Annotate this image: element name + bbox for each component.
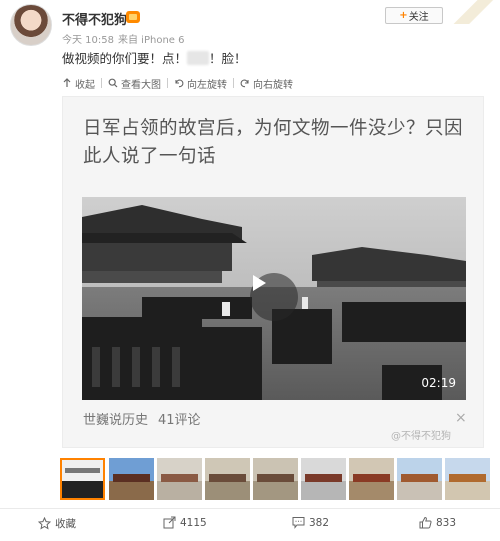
star-icon: [38, 517, 51, 530]
post-meta: 今天 10:58 来自 iPhone 6: [62, 31, 184, 46]
thumbnail-2[interactable]: [109, 458, 154, 500]
rotate-left-icon: [174, 78, 184, 88]
view-large-button[interactable]: 查看大图: [108, 76, 161, 91]
collapse-label: 收起: [75, 79, 95, 91]
blurred-text: [187, 51, 210, 65]
post-time[interactable]: 今天 10:58: [62, 35, 114, 46]
thumbnail-3[interactable]: [157, 458, 202, 500]
weibo-post: 不得不犯狗 今天 10:58 来自 iPhone 6 + 关注 做视频的你们要！点！…: [0, 0, 500, 541]
post-text-part: 做视频的你们要！点！: [62, 51, 188, 66]
thumbnail-8[interactable]: [397, 458, 442, 500]
share-count: 4115: [180, 516, 207, 529]
thumbnail-9[interactable]: [445, 458, 490, 500]
corner-decoration: [446, 0, 500, 24]
divider: [101, 78, 102, 88]
thumbnail-7[interactable]: [349, 458, 394, 500]
video-source[interactable]: 世巍说历史: [83, 409, 148, 428]
favorite-label: 收藏: [55, 518, 76, 530]
rotate-right-icon: [240, 78, 250, 88]
like-count: 833: [436, 516, 457, 529]
divider: [233, 78, 234, 88]
thumbnail-4[interactable]: [205, 458, 250, 500]
comment-count: 382: [309, 516, 330, 529]
image-toolbar: 收起 查看大图 向左旋转 向右旋转: [62, 76, 293, 91]
search-icon: [108, 78, 118, 88]
watermark: @不得不犯狗: [391, 431, 451, 442]
rotate-left-label: 向左旋转: [187, 79, 227, 91]
rotate-right-button[interactable]: 向右旋转: [240, 76, 293, 91]
follow-button[interactable]: + 关注: [385, 7, 443, 24]
avatar[interactable]: [10, 4, 52, 46]
comment-icon: [292, 516, 305, 529]
thumbnail-1[interactable]: [60, 458, 105, 500]
divider: [0, 508, 500, 509]
plus-icon: +: [399, 10, 408, 21]
comment-button[interactable]: 382: [292, 516, 329, 529]
share-button[interactable]: 4115: [163, 516, 207, 529]
post-text: 做视频的你们要！点！ ！脸！: [62, 48, 247, 67]
divider: [167, 78, 168, 88]
vip-badge-icon[interactable]: [126, 11, 140, 23]
post-text-part: ！脸！: [209, 51, 247, 66]
arrow-up-icon: [62, 78, 72, 88]
video-duration: 02:19: [421, 376, 456, 390]
play-icon: [253, 275, 266, 291]
play-button[interactable]: [250, 273, 298, 321]
thumbnail-6[interactable]: [301, 458, 346, 500]
thumbnail-5[interactable]: [253, 458, 298, 500]
like-button[interactable]: 833: [419, 516, 456, 529]
thumbnail-strip: [60, 458, 490, 502]
favorite-button[interactable]: 收藏: [38, 516, 76, 531]
action-bar: 收藏 4115 382 833: [0, 516, 500, 536]
rotate-left-button[interactable]: 向左旋转: [174, 76, 227, 91]
share-icon: [163, 516, 176, 529]
video-card[interactable]: 日军占领的故宫后，为何文物一件没少？只因此人说了一句话 02:19 世巍说历史 …: [62, 96, 484, 448]
view-large-label: 查看大图: [121, 79, 161, 91]
video-player[interactable]: 02:19: [82, 197, 466, 400]
post-source[interactable]: 来自 iPhone 6: [118, 35, 184, 46]
rotate-right-label: 向右旋转: [253, 79, 293, 91]
follow-label: 关注: [408, 12, 429, 23]
video-comments[interactable]: 41评论: [158, 409, 201, 428]
username[interactable]: 不得不犯狗: [62, 9, 127, 28]
like-icon: [419, 516, 432, 529]
video-title[interactable]: 日军占领的故宫后，为何文物一件没少？只因此人说了一句话: [83, 115, 463, 171]
close-icon[interactable]: ×: [455, 410, 467, 426]
collapse-button[interactable]: 收起: [62, 76, 95, 91]
